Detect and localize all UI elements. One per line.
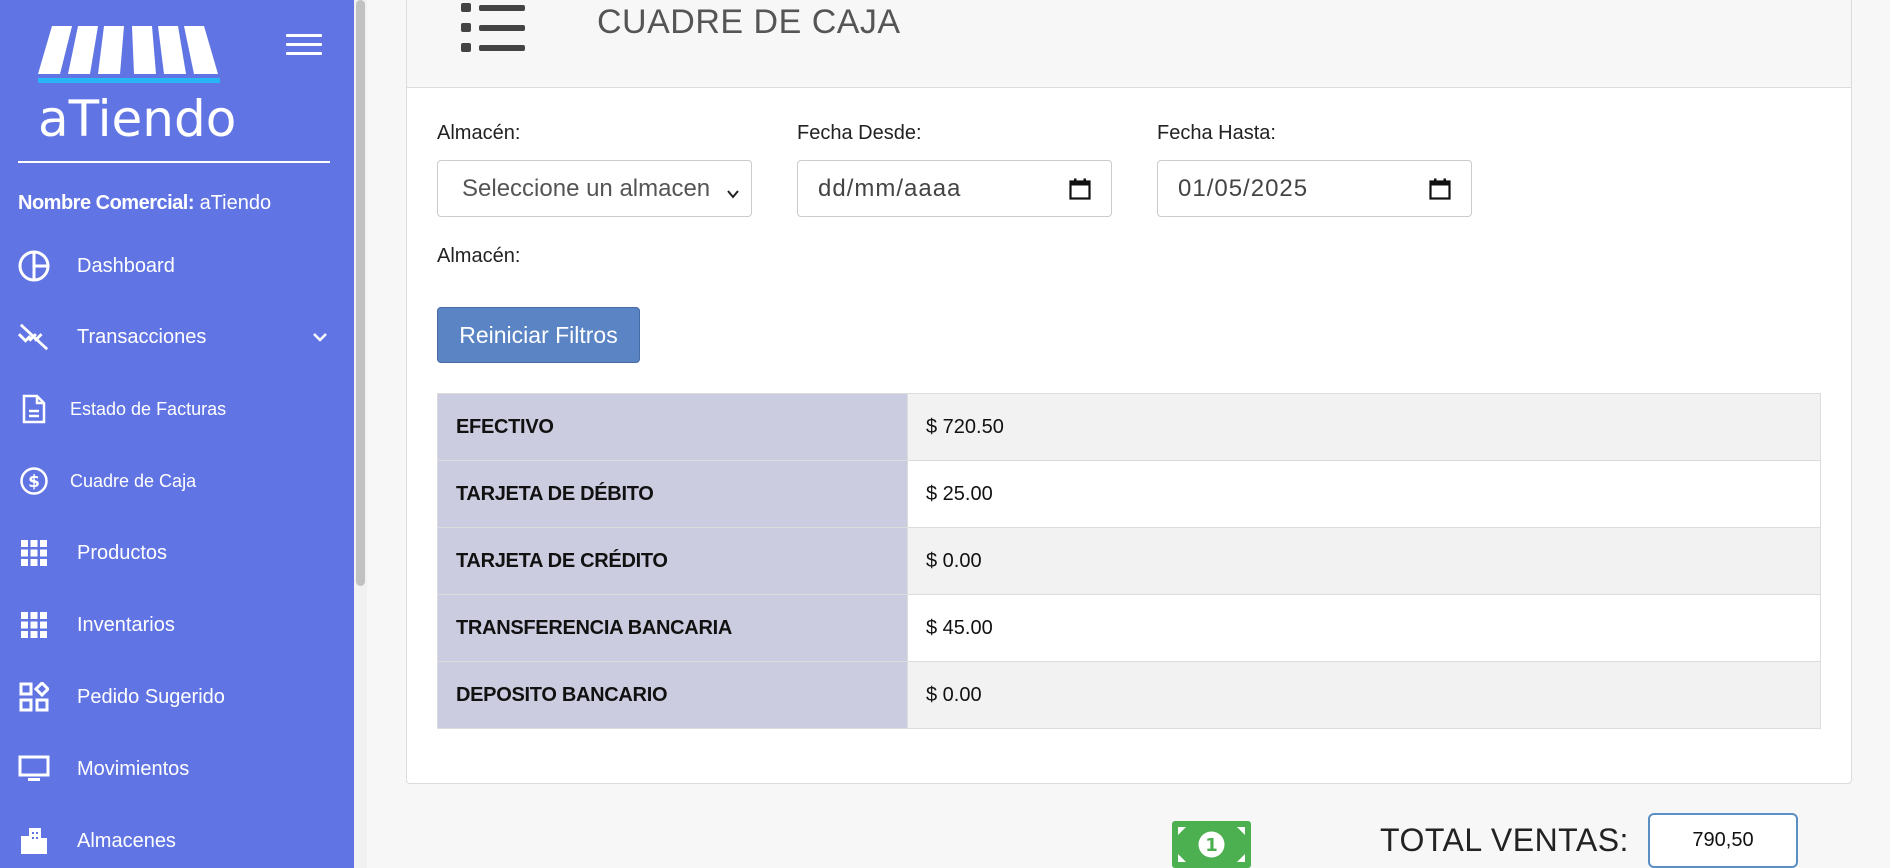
sidebar-item-estado-facturas[interactable]: Estado de Facturas xyxy=(0,379,354,439)
almacen-label: Almacén: xyxy=(437,122,521,144)
payment-amount: $ 45.00 xyxy=(907,594,1821,662)
table-row: EFECTIVO $ 720.50 xyxy=(437,393,1821,461)
logo-text: aTiendo xyxy=(38,90,237,148)
payment-method: TARJETA DE DÉBITO xyxy=(437,460,908,528)
list-icon xyxy=(461,1,529,57)
payment-method: TRANSFERENCIA BANCARIA xyxy=(437,594,908,662)
hamburger-menu-icon[interactable] xyxy=(286,34,322,58)
payment-amount: $ 25.00 xyxy=(907,460,1821,528)
dollar-circle-icon: $ xyxy=(18,465,50,497)
sidebar-item-label: Cuadre de Caja xyxy=(70,470,197,491)
payment-method: DEPOSITO BANCARIO xyxy=(437,661,908,729)
grid-icon xyxy=(18,609,50,641)
table-row: TRANSFERENCIA BANCARIA $ 45.00 xyxy=(437,594,1821,662)
sidebar-item-label: Productos xyxy=(77,541,168,564)
commercial-name: Nombre Comercial: aTiendo xyxy=(18,192,271,215)
sidebar-item-transacciones[interactable]: Transacciones xyxy=(0,307,354,367)
table-row: DEPOSITO BANCARIO $ 0.00 xyxy=(437,661,1821,729)
table-row: TARJETA DE CRÉDITO $ 0.00 xyxy=(437,527,1821,595)
sidebar-item-label: Inventarios xyxy=(77,613,175,636)
awning-logo-icon xyxy=(38,26,220,83)
sidebar: aTiendo Nombre Comercial: aTiendo Dashbo… xyxy=(0,0,367,868)
commercial-name-value: aTiendo xyxy=(199,192,272,214)
table-row: TARJETA DE DÉBITO $ 25.00 xyxy=(437,460,1821,528)
sidebar-item-pedido-sugerido[interactable]: Pedido Sugerido xyxy=(0,667,354,727)
almacen-selected-label: Almacén: xyxy=(437,245,521,267)
sidebar-item-dashboard[interactable]: Dashboard xyxy=(0,236,354,296)
document-icon xyxy=(18,393,50,425)
transactions-icon xyxy=(18,321,50,353)
svg-text:$: $ xyxy=(28,472,40,492)
sidebar-item-label: Estado de Facturas xyxy=(70,398,227,419)
page-title: CUADRE DE CAJA xyxy=(597,3,901,41)
sidebar-item-label: Dashboard xyxy=(77,254,175,277)
sidebar-item-label: Movimientos xyxy=(77,757,190,780)
commercial-name-label: Nombre Comercial: xyxy=(18,192,195,214)
sidebar-item-label: Almacenes xyxy=(77,829,176,852)
payment-summary-table: EFECTIVO $ 720.50 TARJETA DE DÉBITO $ 25… xyxy=(437,393,1821,729)
fecha-hasta-input[interactable]: 01/05/2025 xyxy=(1157,160,1472,217)
payment-amount: $ 0.00 xyxy=(907,661,1821,729)
total-ventas-field[interactable]: 790,50 xyxy=(1648,813,1798,868)
fecha-desde-input[interactable]: dd/mm/aaaa xyxy=(797,160,1112,217)
fecha-hasta-label: Fecha Hasta: xyxy=(1157,122,1276,144)
almacen-select-value: Seleccione un almacen xyxy=(462,174,711,202)
calendar-icon[interactable] xyxy=(1069,178,1091,200)
chevron-down-icon xyxy=(725,181,741,199)
payment-amount: $ 720.50 xyxy=(907,393,1821,461)
atiendo-logo[interactable]: aTiendo xyxy=(38,26,236,148)
sidebar-item-productos[interactable]: Productos xyxy=(0,523,354,583)
reset-filters-button[interactable]: Reiniciar Filtros xyxy=(437,307,640,363)
sidebar-scrollbar[interactable] xyxy=(354,0,367,868)
sidebar-item-almacenes[interactable]: Almacenes xyxy=(0,811,354,868)
sidebar-item-cuadre-caja[interactable]: $ Cuadre de Caja xyxy=(0,451,354,511)
money-bill-icon: 1 xyxy=(1172,821,1251,868)
almacen-select[interactable]: Seleccione un almacen xyxy=(437,160,752,217)
svg-text:1: 1 xyxy=(1205,835,1218,856)
widgets-icon xyxy=(18,681,50,713)
sidebar-scrollbar-thumb[interactable] xyxy=(356,0,365,586)
calendar-icon[interactable] xyxy=(1429,178,1451,200)
sidebar-item-inventarios[interactable]: Inventarios xyxy=(0,595,354,655)
payment-method: TARJETA DE CRÉDITO xyxy=(437,527,908,595)
total-ventas-label: TOTAL VENTAS: xyxy=(1380,822,1629,858)
sidebar-item-label: Pedido Sugerido xyxy=(77,685,225,708)
grid-icon xyxy=(18,537,50,569)
building-icon xyxy=(18,825,50,857)
sidebar-item-movimientos[interactable]: Movimientos xyxy=(0,739,354,799)
sidebar-item-label: Transacciones xyxy=(77,325,207,348)
payment-method: EFECTIVO xyxy=(437,393,908,461)
pie-chart-icon xyxy=(18,250,50,282)
card-header: CUADRE DE CAJA xyxy=(407,0,1851,88)
payment-amount: $ 0.00 xyxy=(907,527,1821,595)
fecha-desde-label: Fecha Desde: xyxy=(797,122,922,144)
fecha-hasta-value: 01/05/2025 xyxy=(1178,174,1309,202)
sidebar-divider xyxy=(18,161,330,163)
fecha-desde-value: dd/mm/aaaa xyxy=(818,174,962,202)
chevron-down-icon[interactable] xyxy=(310,327,330,347)
monitor-icon xyxy=(18,753,50,785)
